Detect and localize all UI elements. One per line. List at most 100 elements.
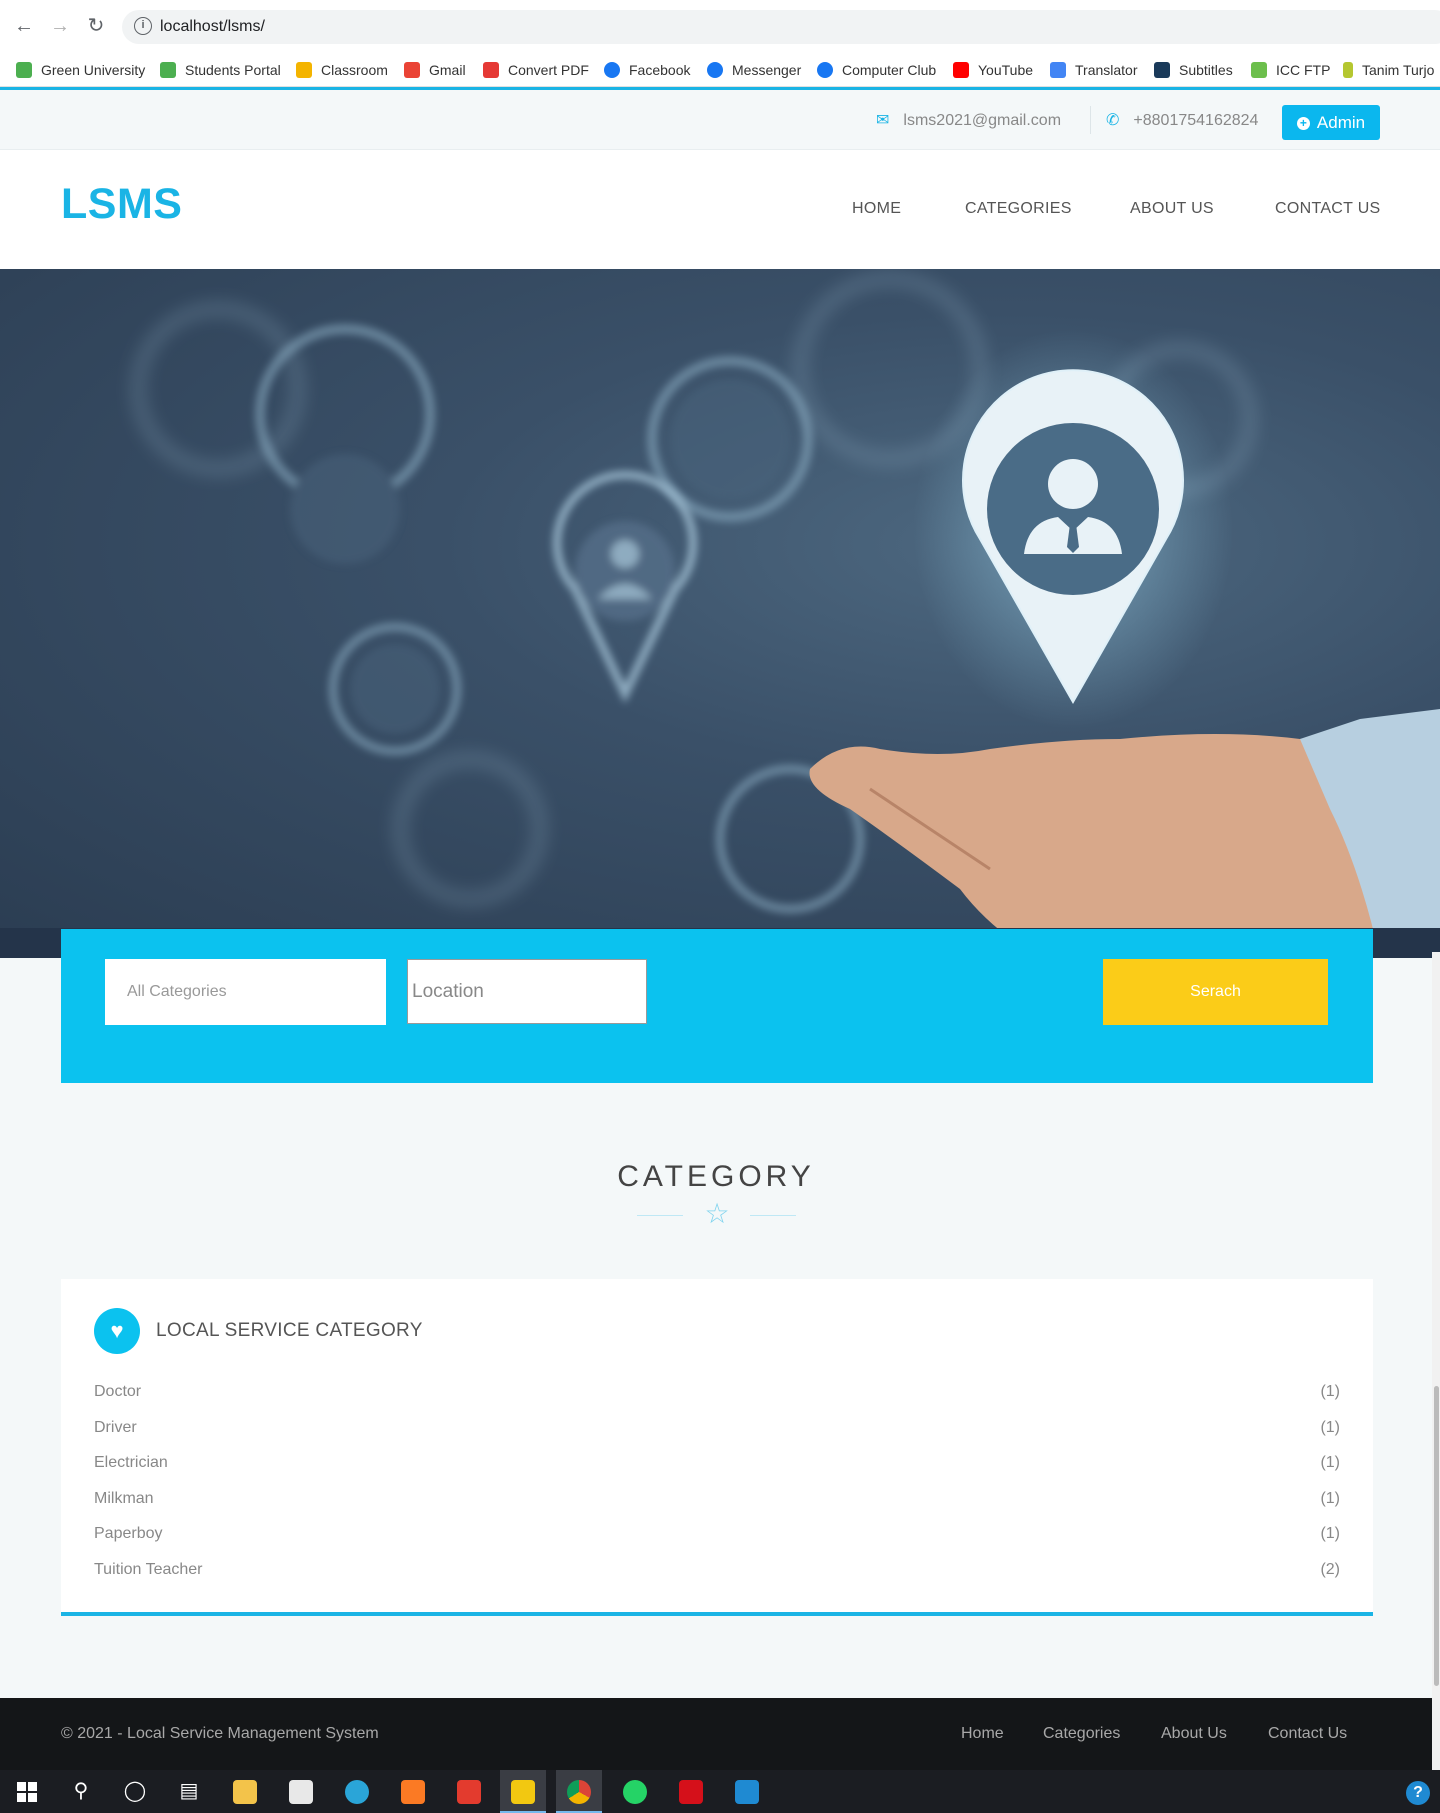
category-name: Driver: [94, 1419, 137, 1436]
plus-circle-icon: +: [1296, 117, 1310, 130]
site-logo[interactable]: LSMS: [61, 180, 182, 229]
site-footer: © 2021 - Local Service Management System…: [0, 1698, 1432, 1770]
bookmark-convert-pdf[interactable]: Convert PDF: [483, 60, 589, 80]
chrome-icon[interactable]: [556, 1770, 602, 1813]
contact-phone[interactable]: ✆ +8801754162824: [1106, 110, 1258, 130]
bookmark-messenger[interactable]: Messenger: [707, 60, 801, 80]
url-text[interactable]: localhost/lsms/: [160, 18, 265, 36]
top-info-bar: ✉ lsms2021@gmail.com ✆ +8801754162824 + Adm…: [0, 87, 1440, 150]
category-item-milkman[interactable]: Milkman (1): [94, 1490, 1340, 1514]
star-icon: ☆: [704, 1198, 730, 1229]
bookmark-youtube[interactable]: YouTube: [953, 60, 1033, 80]
footer-link-about-us[interactable]: About Us: [1161, 1725, 1227, 1743]
hero-illustration: [133, 274, 1440, 958]
xampp-icon[interactable]: [390, 1770, 436, 1813]
forward-icon[interactable]: →: [48, 14, 72, 38]
bookmark-facebook[interactable]: Facebook: [604, 60, 690, 80]
category-item-paperboy[interactable]: Paperboy (1): [94, 1525, 1340, 1549]
category-count: (1): [1320, 1525, 1340, 1542]
bookmark-students-portal[interactable]: Students Portal: [160, 60, 281, 80]
translator-icon: [1050, 62, 1066, 78]
copyright-text: © 2021 - Local Service Management System: [61, 1725, 379, 1742]
nav-contact-us[interactable]: CONTACT US: [1275, 200, 1381, 218]
bookmark-subtitles[interactable]: Subtitles: [1154, 60, 1233, 80]
office-app-icon[interactable]: [446, 1770, 492, 1813]
bookmark-classroom[interactable]: Classroom: [296, 60, 388, 80]
subtitles-icon: [1154, 62, 1170, 78]
bookmark-translator[interactable]: Translator: [1050, 60, 1138, 80]
power-bi-icon[interactable]: [500, 1770, 546, 1813]
scrollbar-thumb[interactable]: [1434, 1386, 1439, 1686]
address-bar[interactable]: i localhost/lsms/: [122, 10, 1440, 44]
cortana-icon[interactable]: ◯: [112, 1770, 158, 1813]
windows-start-icon[interactable]: [4, 1770, 50, 1813]
tanim-turjo-icon: [1343, 62, 1353, 78]
classroom-icon: [296, 62, 312, 78]
category-name: Milkman: [94, 1490, 154, 1507]
category-card: ♥ LOCAL SERVICE CATEGORY Doctor (1) Drive…: [61, 1279, 1373, 1616]
bookmark-tanim-turjo[interactable]: Tanim Turjo: [1343, 60, 1434, 80]
divider: [1090, 106, 1091, 134]
phone-icon: ✆: [1106, 112, 1120, 129]
category-item-driver[interactable]: Driver (1): [94, 1419, 1340, 1443]
category-item-electrician[interactable]: Electrician (1): [94, 1454, 1340, 1478]
site-info-icon[interactable]: i: [134, 17, 152, 35]
bookmark-icc-ftp[interactable]: ICC FTP: [1251, 60, 1330, 80]
card-title: LOCAL SERVICE CATEGORY: [156, 1320, 423, 1341]
nav-home[interactable]: HOME: [852, 200, 901, 218]
bookmark-computer-club[interactable]: Computer Club: [817, 60, 936, 80]
category-name: Doctor: [94, 1383, 142, 1400]
category-count: (1): [1320, 1490, 1340, 1507]
title-divider-right: [750, 1215, 796, 1216]
search-panel: All Categories Location Serach: [61, 929, 1373, 1083]
task-view-icon[interactable]: ▤: [166, 1770, 212, 1813]
messenger-icon: [707, 62, 723, 78]
convert-pdf-icon: [483, 62, 499, 78]
category-name: Electrician: [94, 1454, 168, 1471]
search-icon[interactable]: ⚲: [58, 1770, 104, 1813]
computer-club-icon: [817, 62, 833, 78]
title-divider-left: [637, 1215, 683, 1216]
facebook-icon: [604, 62, 620, 78]
file-explorer-icon[interactable]: [222, 1770, 268, 1813]
vscode-icon[interactable]: [724, 1770, 770, 1813]
windows-taskbar: ⚲ ◯ ▤ ?: [0, 1770, 1440, 1813]
category-select[interactable]: All Categories: [105, 959, 386, 1025]
category-item-tuition-teacher[interactable]: Tuition Teacher (2): [94, 1561, 1340, 1585]
icc-ftp-icon: [1251, 62, 1267, 78]
category-name: Paperboy: [94, 1525, 163, 1542]
category-item-doctor[interactable]: Doctor (1): [94, 1383, 1340, 1407]
bookmark-green-university[interactable]: Green University: [16, 60, 145, 80]
search-button[interactable]: Serach: [1103, 959, 1328, 1025]
acrobat-icon[interactable]: [668, 1770, 714, 1813]
browser-toolbar: ← → ↻ i localhost/lsms/: [0, 0, 1440, 52]
category-count: (2): [1320, 1561, 1340, 1578]
whatsapp-icon[interactable]: [612, 1770, 658, 1813]
youtube-icon: [953, 62, 969, 78]
green-university-icon: [16, 62, 32, 78]
footer-link-home[interactable]: Home: [961, 1725, 1004, 1743]
category-count: (1): [1320, 1454, 1340, 1471]
category-count: (1): [1320, 1383, 1340, 1400]
footer-link-contact-us[interactable]: Contact Us: [1268, 1725, 1347, 1743]
edge-icon[interactable]: [334, 1770, 380, 1813]
bookmark-gmail[interactable]: Gmail: [404, 60, 466, 80]
section-title: CATEGORY: [617, 1160, 815, 1193]
nav-about-us[interactable]: ABOUT US: [1130, 200, 1214, 218]
help-icon[interactable]: ?: [1398, 1770, 1438, 1813]
students-portal-icon: [160, 62, 176, 78]
envelope-icon: ✉: [876, 112, 890, 129]
category-name: Tuition Teacher: [94, 1561, 203, 1578]
back-icon[interactable]: ←: [12, 14, 36, 38]
footer-link-categories[interactable]: Categories: [1043, 1725, 1120, 1743]
admin-button[interactable]: + Admin: [1282, 105, 1380, 140]
store-icon[interactable]: [278, 1770, 324, 1813]
nav-categories[interactable]: CATEGORIES: [965, 200, 1072, 218]
category-count: (1): [1320, 1419, 1340, 1436]
hero-banner: [0, 269, 1440, 958]
heart-icon: ♥: [94, 1308, 140, 1354]
reload-icon[interactable]: ↻: [84, 14, 108, 38]
location-input[interactable]: Location: [407, 959, 647, 1024]
contact-email[interactable]: ✉ lsms2021@gmail.com: [876, 110, 1061, 130]
site-header: LSMS HOME CATEGORIES ABOUT US CONTACT US: [0, 150, 1440, 269]
